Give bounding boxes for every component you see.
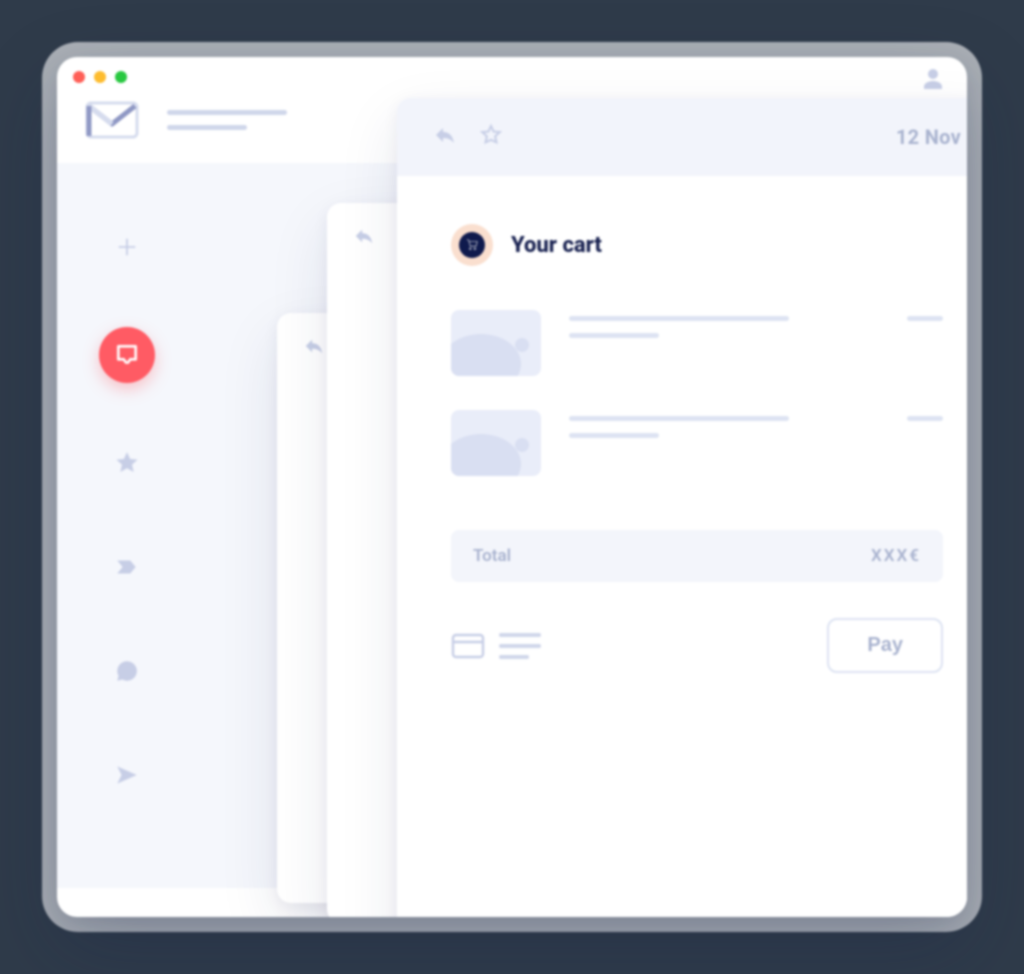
window-titlebar [57, 57, 967, 97]
product-price-skeleton [893, 410, 943, 421]
email-date: 12 Nov [896, 125, 961, 149]
account-icon[interactable] [921, 67, 945, 95]
email-body: Your cart [397, 176, 967, 917]
reply-button[interactable] [433, 123, 457, 151]
product-image-placeholder [451, 410, 541, 476]
product-text-skeleton [569, 410, 865, 438]
chat-button[interactable] [103, 647, 151, 695]
email-stack: 12 Nov Your cart [197, 163, 967, 888]
cart-item [451, 310, 943, 376]
pay-button[interactable]: Pay [827, 618, 943, 673]
sent-button[interactable] [103, 751, 151, 799]
payment-method-icon [451, 633, 541, 659]
starred-button[interactable] [103, 439, 151, 487]
cart-icon [451, 224, 493, 266]
window-close-button[interactable] [73, 71, 85, 83]
product-image-placeholder [451, 310, 541, 376]
app-window: 12 Nov Your cart [57, 57, 967, 917]
gmail-logo-icon [85, 101, 139, 139]
cart-item [451, 410, 943, 476]
email-header: 12 Nov [397, 98, 967, 176]
cart-total-row: Total XXX€ [451, 530, 943, 582]
inbox-button[interactable] [99, 327, 155, 383]
window-zoom-button[interactable] [115, 71, 127, 83]
cart-heading: Your cart [511, 233, 602, 258]
window-minimize-button[interactable] [94, 71, 106, 83]
reply-icon [303, 335, 325, 361]
email-card-front[interactable]: 12 Nov Your cart [397, 98, 967, 917]
reply-icon [353, 225, 375, 251]
sidebar [57, 163, 197, 888]
product-text-skeleton [569, 310, 865, 338]
star-button[interactable] [479, 123, 503, 151]
total-amount: XXX€ [871, 546, 921, 566]
important-button[interactable] [103, 543, 151, 591]
search-placeholder-skeleton [167, 110, 287, 130]
product-price-skeleton [893, 310, 943, 321]
total-label: Total [473, 546, 511, 566]
compose-button[interactable] [103, 223, 151, 271]
